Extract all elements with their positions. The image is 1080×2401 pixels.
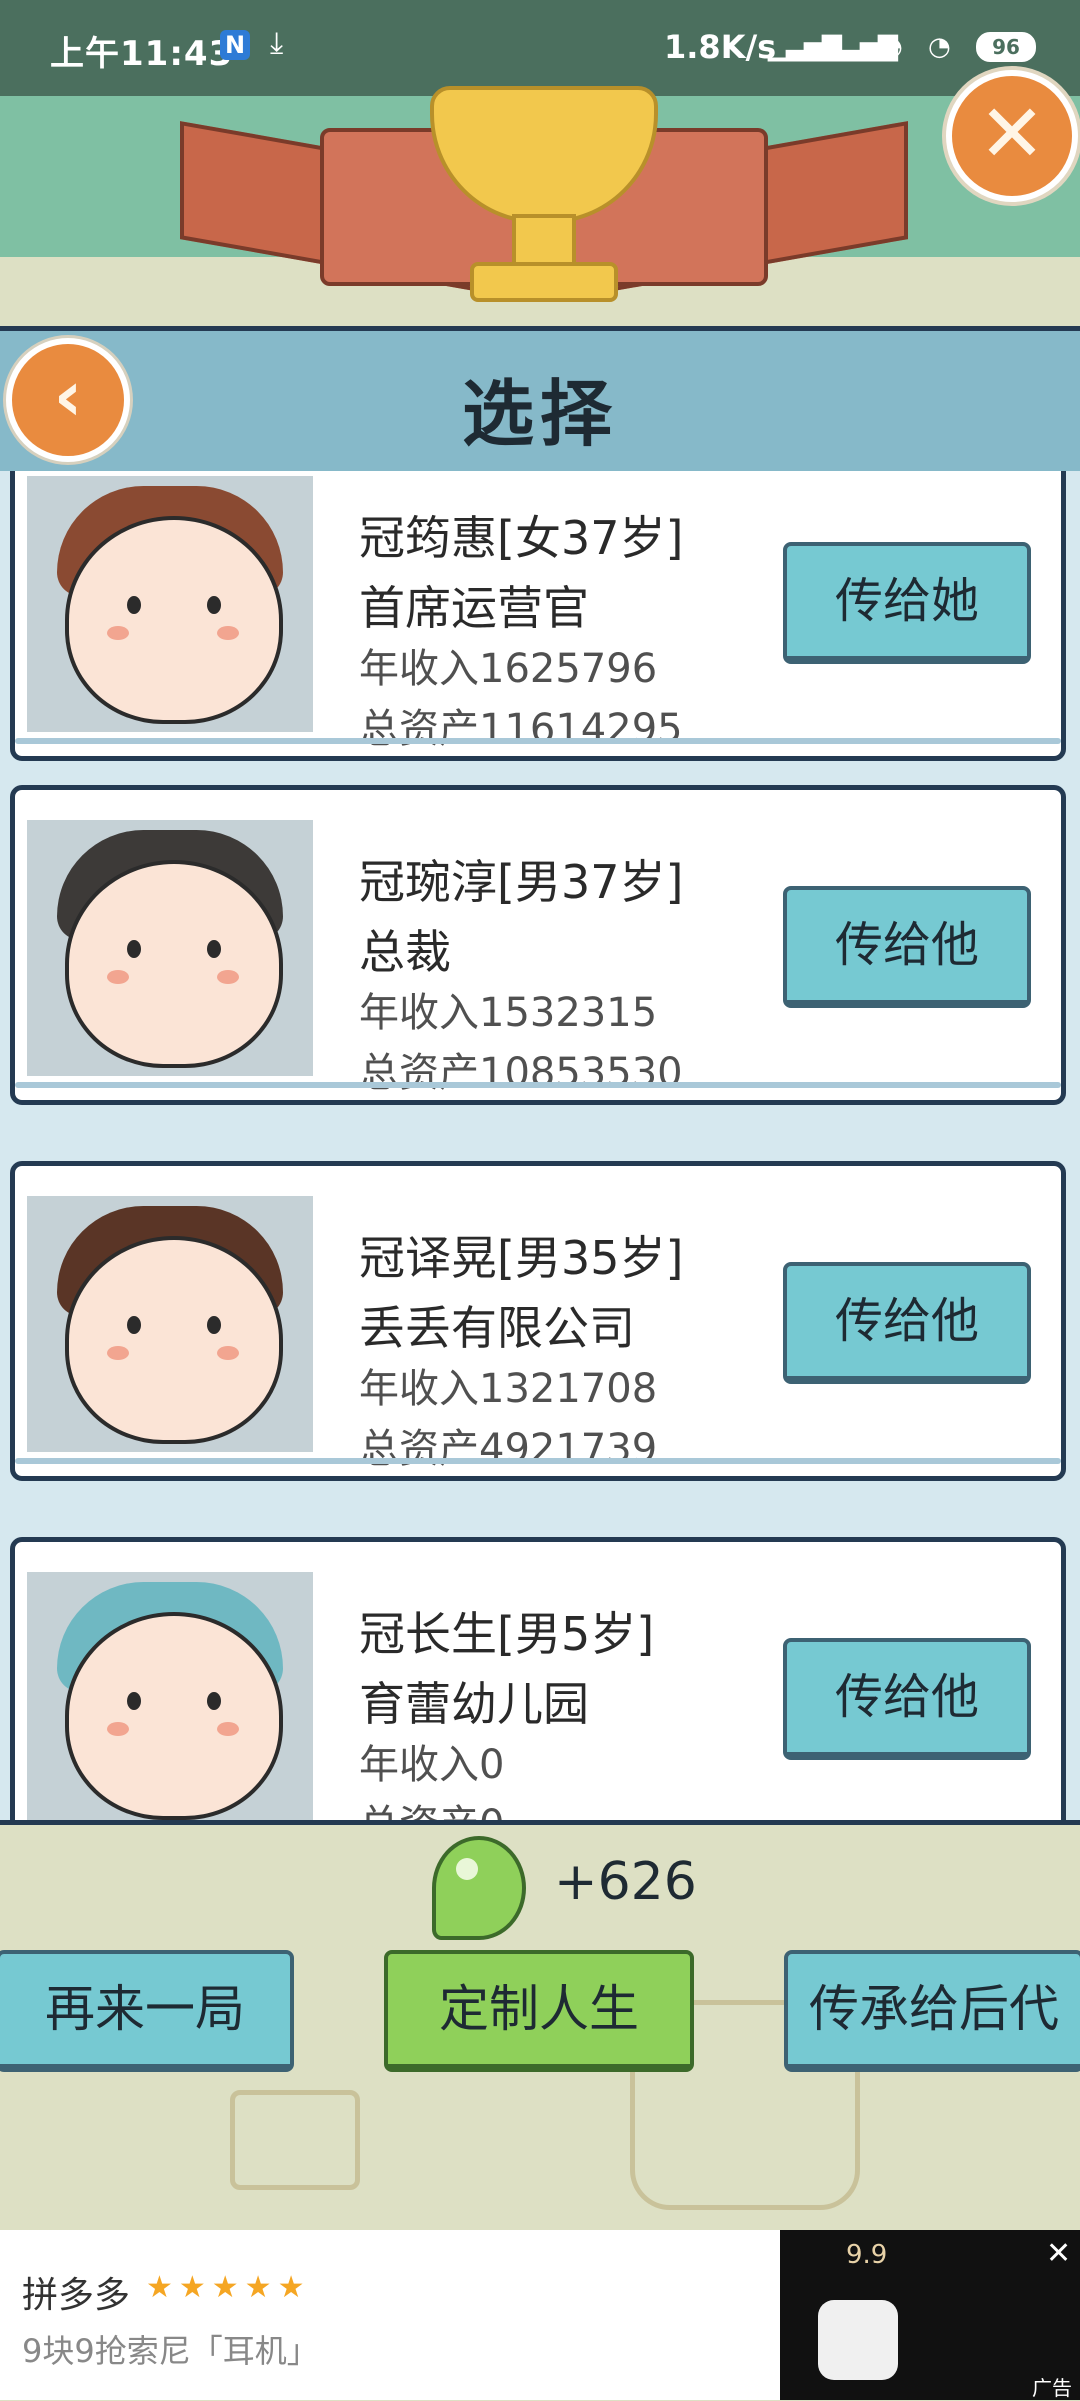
avatar-eye: [127, 1316, 141, 1334]
download-icon: ⤓: [270, 26, 284, 61]
avatar: [27, 1196, 313, 1452]
avatar-cheek: [107, 1722, 129, 1736]
battery-indicator: 96: [976, 32, 1036, 62]
avatar-cheek: [217, 1722, 239, 1736]
candidate-job: 育蕾幼儿园: [359, 1677, 589, 1731]
avatar: [27, 820, 313, 1076]
wave-decoration: [15, 1082, 1061, 1088]
play-again-button[interactable]: 再来一局: [0, 1950, 294, 2072]
candidate-income: 年收入0: [359, 1742, 505, 1788]
candidate-card: 冠筠惠[女37岁] 首席运营官 年收入1625796 总资产11614295 传…: [10, 471, 1066, 761]
avatar-cheek: [107, 970, 129, 984]
ad-subtitle: 9块9抢索尼「耳机」: [22, 2332, 319, 2370]
pass-to-button[interactable]: 传给她: [783, 542, 1031, 664]
candidate-card: 冠译晃[男35岁] 丢丢有限公司 年收入1321708 总资产4921739 传…: [10, 1161, 1066, 1481]
title-bar: 选择: [0, 326, 1080, 476]
avatar-cheek: [107, 626, 129, 640]
status-bar: 上午11:43 N ⤓ 1.8K/s ▁▃▅▇ ▁▃▅▇ ◔ ◔ 96: [0, 0, 1080, 96]
candidate-job: 首席运营官: [359, 581, 589, 635]
page-title: 选择: [461, 372, 618, 456]
candidate-assets: 总资产0: [359, 1792, 504, 1820]
ad-title: 拼多多: [22, 2275, 131, 2316]
pass-to-button[interactable]: 传给他: [783, 1638, 1031, 1760]
ad-label: 广告: [1032, 2376, 1072, 2400]
candidate-income: 年收入1532315: [359, 990, 658, 1036]
wifi-2-icon: ◔: [928, 32, 951, 62]
status-time: 上午11:43: [50, 34, 234, 74]
pass-to-button[interactable]: 传给他: [783, 1262, 1031, 1384]
ad-rating-stars: ★★★★★: [146, 2270, 311, 2305]
avatar-cheek: [217, 626, 239, 640]
candidate-list[interactable]: 冠筠惠[女37岁] 首席运营官 年收入1625796 总资产11614295 传…: [0, 471, 1080, 1820]
avatar-eye: [207, 1316, 221, 1334]
earbuds-product-image: [818, 2300, 898, 2380]
candidate-name: 冠筠惠[女37岁]: [359, 511, 684, 565]
avatar-eye: [127, 596, 141, 614]
back-button[interactable]: ‹: [6, 338, 130, 462]
avatar: [27, 1572, 313, 1820]
candidate-name: 冠译晃[男35岁]: [359, 1231, 684, 1285]
avatar-cheek: [107, 1346, 129, 1360]
wave-decoration: [15, 1458, 1061, 1464]
wave-decoration: [15, 738, 1061, 744]
avatar-face: [65, 860, 283, 1068]
candidate-card: 冠琬淳[男37岁] 总裁 年收入1532315 总资产10853530 传给他: [10, 785, 1066, 1105]
candidate-income: 年收入1625796: [359, 646, 658, 692]
avatar-face: [65, 1612, 283, 1820]
candidate-income: 年收入1321708: [359, 1366, 658, 1412]
plant-pot-decoration: [230, 2090, 360, 2190]
points-counter: +626: [554, 1852, 697, 1912]
avatar-cheek: [217, 1346, 239, 1360]
candidate-card: 冠长生[男5岁] 育蕾幼儿园 年收入0 总资产0 传给他: [10, 1537, 1066, 1820]
inherit-to-descendant-button[interactable]: 传承给后代: [784, 1950, 1080, 2072]
candidate-name: 冠长生[男5岁]: [359, 1607, 655, 1661]
avatar-eye: [207, 1692, 221, 1710]
avatar-cheek: [217, 970, 239, 984]
close-icon: ✕: [978, 87, 1046, 180]
candidate-assets: 总资产10853530: [359, 1050, 683, 1096]
customize-life-button[interactable]: 定制人生: [384, 1950, 694, 2072]
chevron-left-icon: ‹: [53, 355, 83, 437]
avatar-eye: [207, 940, 221, 958]
avatar-eye: [127, 1692, 141, 1710]
trophy-base: [470, 262, 618, 302]
close-button[interactable]: ✕: [946, 70, 1078, 202]
green-gem-icon: [432, 1836, 526, 1940]
candidate-name: 冠琬淳[男37岁]: [359, 855, 684, 909]
gem-shine: [456, 1858, 478, 1880]
avatar-face: [65, 516, 283, 724]
avatar: [27, 476, 313, 732]
candidate-job: 丢丢有限公司: [359, 1301, 635, 1355]
network-speed: 1.8K/s: [664, 28, 777, 66]
ad-price: 9.9: [846, 2240, 888, 2270]
pass-to-button[interactable]: 传给他: [783, 886, 1031, 1008]
app-notification-icon: N: [220, 30, 250, 60]
ad-close-icon[interactable]: ✕: [1046, 2236, 1071, 2271]
candidate-job: 总裁: [359, 925, 451, 979]
candidate-assets: 总资产11614295: [359, 706, 683, 752]
wifi-icon: ◔: [880, 32, 903, 62]
avatar-eye: [207, 596, 221, 614]
candidate-assets: 总资产4921739: [359, 1426, 658, 1472]
avatar-face: [65, 1236, 283, 1444]
avatar-eye: [127, 940, 141, 958]
